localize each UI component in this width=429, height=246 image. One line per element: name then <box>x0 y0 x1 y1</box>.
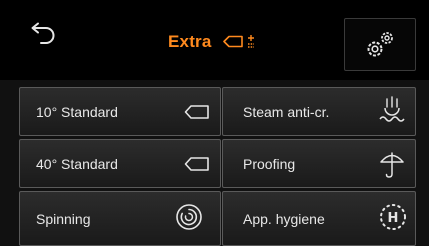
program-label: Proofing <box>243 156 296 172</box>
program-label: App. hygiene <box>243 211 325 227</box>
program-label: 10° Standard <box>36 104 118 120</box>
program-steam-anti-crease[interactable]: Steam anti-cr. <box>222 87 416 136</box>
umbrella-icon <box>380 152 404 178</box>
program-spinning[interactable]: Spinning <box>19 191 221 246</box>
program-proofing[interactable]: Proofing <box>222 139 416 188</box>
program-label: Spinning <box>36 211 91 227</box>
standard-tag-icon <box>184 157 209 171</box>
spin-icon <box>176 204 202 230</box>
page-title: Extra <box>168 32 212 51</box>
back-button[interactable] <box>26 22 66 52</box>
program-label: Steam anti-cr. <box>243 104 330 120</box>
top-bar: Extra <box>0 0 429 80</box>
program-grid: 10° Standard Steam anti-cr. 40° Standard… <box>0 82 429 246</box>
svg-text:H: H <box>388 211 399 226</box>
program-app-hygiene[interactable]: App. hygiene H <box>222 191 416 246</box>
extra-plus-minus-icon <box>222 35 254 48</box>
gears-icon <box>367 32 393 57</box>
page-title-group: Extra <box>168 30 259 54</box>
steam-icon <box>379 96 405 122</box>
back-arrow-icon <box>31 22 55 44</box>
program-label: 40° Standard <box>36 156 118 172</box>
program-10-standard[interactable]: 10° Standard <box>19 87 221 136</box>
standard-tag-icon <box>184 105 209 119</box>
settings-button[interactable] <box>344 18 416 71</box>
program-40-standard[interactable]: 40° Standard <box>19 139 221 188</box>
hygiene-icon: H <box>380 204 406 230</box>
